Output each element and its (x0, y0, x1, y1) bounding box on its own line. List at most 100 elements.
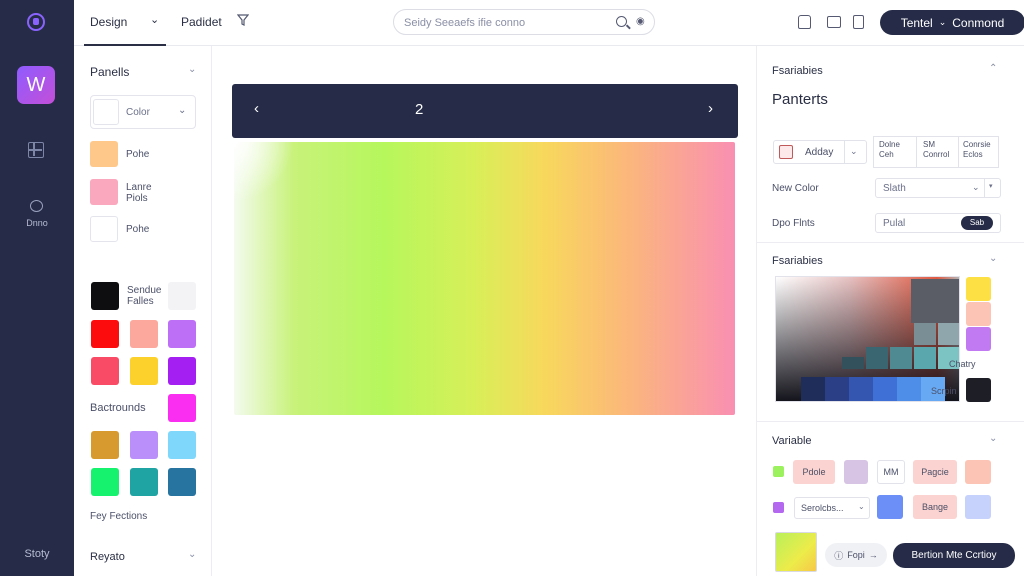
search-input[interactable]: Seidy Seeaefs ifie conno (404, 17, 525, 29)
mini-table-col: Dolne Ceh (879, 140, 900, 160)
palette-yellow[interactable] (130, 357, 158, 385)
variable-color-purple[interactable] (773, 502, 784, 513)
swatch-pink[interactable] (90, 179, 118, 205)
chevron-down-icon: ⌄ (850, 146, 858, 156)
divider (916, 137, 917, 167)
chip-violet[interactable] (966, 327, 991, 351)
palette-violet[interactable] (168, 320, 196, 348)
palette-pinkred[interactable] (91, 357, 119, 385)
picker-block (897, 377, 921, 401)
fopi-button[interactable]: ⓘ Fopi → (825, 543, 887, 567)
palette-navy[interactable] (168, 468, 196, 496)
shadow-label: Sendue Falles (127, 285, 162, 307)
new-color-value: Slath (883, 183, 906, 194)
chip-yellow[interactable] (966, 277, 991, 301)
chip-peach[interactable] (966, 302, 991, 326)
chevron-down-icon[interactable]: ▾ (989, 182, 993, 190)
chevron-up-icon[interactable]: ⌃ (989, 63, 997, 74)
palette-teal[interactable] (130, 468, 158, 496)
mini-table-bottom: Ceh (879, 150, 894, 159)
presets-heading: Panterts (772, 91, 828, 108)
search-icon[interactable] (616, 16, 627, 27)
picker-cell (914, 323, 936, 345)
color-picker[interactable] (775, 276, 960, 402)
panels-title: Panells (90, 65, 130, 79)
palette-red[interactable] (91, 320, 119, 348)
picker-cell (911, 279, 959, 323)
var-tag-color[interactable] (965, 460, 991, 484)
palette-sky[interactable] (168, 431, 196, 459)
mini-table-bottom: Conrrol (923, 150, 950, 159)
palette-mint[interactable] (91, 468, 119, 496)
opo-field[interactable]: Pulal Sab (875, 213, 1001, 233)
chevron-down-icon[interactable]: ⌄ (188, 64, 196, 75)
mini-table-col: SM Conrrol (923, 140, 949, 160)
swatch-label: Lanre Piols (126, 182, 152, 204)
variables-title: Fsariabies (772, 65, 823, 77)
swatch-peach[interactable] (90, 141, 118, 167)
var-tag[interactable]: Bange (913, 495, 957, 519)
monitor-icon[interactable] (827, 16, 841, 28)
var-tag[interactable]: MM (877, 460, 905, 484)
picker-cell (938, 323, 959, 345)
reyato-title: Reyato (90, 551, 125, 563)
variable-color-green[interactable] (773, 466, 784, 477)
swatch-white[interactable] (90, 216, 118, 242)
fopi-label: Fopi (847, 550, 865, 560)
backgrounds-label: Bactrounds (90, 402, 146, 414)
var-tag-color[interactable] (965, 495, 991, 519)
var-tag-color[interactable] (877, 495, 903, 519)
palette-black[interactable] (91, 282, 119, 310)
chevron-down-icon: ⌄ (178, 105, 187, 116)
bell-icon[interactable] (853, 15, 864, 29)
opo-pill[interactable]: Sab (961, 216, 993, 230)
primary-action-button[interactable]: Bertion Mte Ccrtioy (893, 543, 1015, 568)
chevron-left-icon[interactable]: ‹ (254, 100, 259, 117)
key-fections-label: Fey Fections (90, 511, 148, 522)
mini-table: Dolne Ceh SM Conrrol Conrsie Eclos (873, 136, 999, 168)
lock-icon[interactable] (798, 15, 811, 29)
chevron-right-icon[interactable]: › (708, 100, 713, 117)
palette-salmon[interactable] (130, 320, 158, 348)
chip-black[interactable] (966, 378, 991, 402)
workspace-w-button[interactable]: W (17, 66, 55, 104)
new-color-select[interactable]: Slath ⌄ ▾ (875, 178, 1001, 198)
divider (844, 141, 845, 163)
left-rail: W Dnno Stoty (0, 0, 74, 576)
tentel-label: Tentel (900, 15, 933, 30)
palette-purple[interactable] (168, 357, 196, 385)
chevron-down-icon[interactable]: ⌄ (989, 253, 997, 264)
chevron-down-icon[interactable]: ⌄ (188, 549, 196, 560)
divider (757, 421, 1024, 422)
activity-select[interactable]: Adday ⌄ (773, 140, 867, 164)
rail-footer-label[interactable]: Stoty (0, 548, 74, 560)
database-icon[interactable] (30, 200, 43, 212)
color-select[interactable]: Color ⌄ (90, 95, 196, 129)
tab-design[interactable]: Design (90, 15, 127, 29)
opo-label: Dpo Flnts (772, 218, 815, 229)
chevron-down-icon[interactable]: ⌄ (989, 433, 997, 444)
color-swatch (93, 99, 119, 125)
var-tag[interactable]: Pagcie (913, 460, 957, 484)
var-tag-color[interactable] (844, 460, 868, 484)
grid-icon[interactable] (28, 142, 44, 158)
palette-mustard[interactable] (91, 431, 119, 459)
var-select[interactable]: Serolcbs... ⌄ (794, 497, 870, 519)
filter-icon[interactable] (237, 14, 249, 26)
gradient-preview[interactable] (775, 532, 817, 572)
picker-cell (890, 347, 912, 369)
tentel-conmond-button[interactable]: Tentel ⌄ Conmond (880, 10, 1024, 35)
rail-db-label: Dnno (26, 218, 48, 228)
palette-light[interactable] (168, 282, 196, 310)
app-logo-icon[interactable] (27, 13, 45, 31)
picker-block (873, 377, 897, 401)
gradient-canvas[interactable] (234, 142, 735, 415)
tab-product[interactable]: Padidet (181, 15, 222, 29)
var-tag[interactable]: Pdole (793, 460, 835, 484)
chevron-down-icon: ⌄ (938, 17, 947, 27)
chevron-down-icon[interactable]: ⌄ (150, 13, 159, 26)
search-bar[interactable]: Seidy Seeaefs ifie conno ◉ (393, 9, 655, 35)
palette-lavender[interactable] (130, 431, 158, 459)
palette-magenta[interactable] (168, 394, 196, 422)
mic-icon[interactable]: ◉ (636, 16, 645, 27)
